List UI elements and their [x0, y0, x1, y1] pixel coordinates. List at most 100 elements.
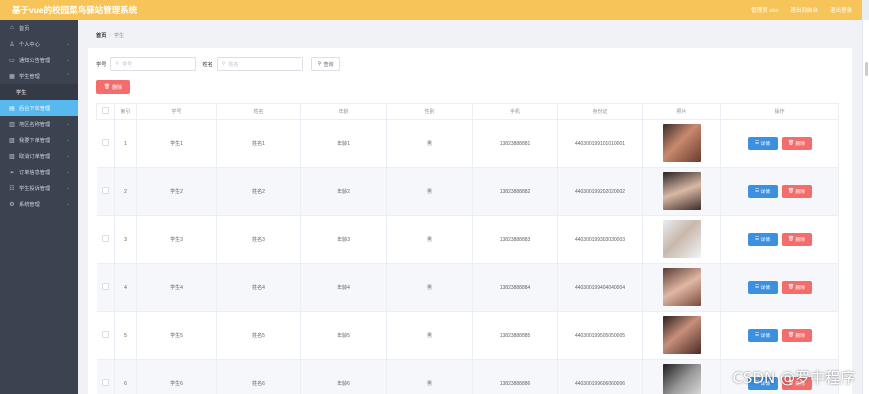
delete-button[interactable]: 🗑 删除 [781, 233, 812, 246]
app-title: 基于vue的校园菜鸟驿站管理系统 [12, 5, 138, 15]
sidebar: ⌂ 首页 ♙ 个人中心 ⌄ ▭ 通知公告管理 ⌄ ▦ 学生管理 ⌃ 学生 ▤ 后… [0, 20, 78, 394]
delete-button[interactable]: 🗑 删除 [781, 281, 812, 294]
sidebar-item-cancel-order[interactable]: ▨ 取消订单管理 ⌄ [0, 148, 78, 164]
cell-name: 姓名4 [216, 263, 301, 312]
breadcrumb-current: 学生 [113, 33, 125, 39]
watermark-text: CSDN @罗中程序 [732, 369, 855, 387]
table-row: 6 学生6 姓名6 年龄6 男 13823888886 440300199606… [96, 359, 839, 394]
trash-icon: 🗑 [103, 84, 111, 90]
cell-phone: 13823888884 [472, 263, 558, 312]
cell-index: 3 [114, 215, 137, 264]
chevron-down-icon: ⌄ [65, 185, 70, 191]
column-header: 身份证 [557, 103, 643, 120]
exit-to-front-link[interactable]: 退出到前台 [790, 6, 818, 14]
cell-index: 2 [114, 167, 137, 216]
header-actions: 管理员 abo 退出到前台 退出登录 [751, 6, 852, 14]
detail-button[interactable]: ☰ 详情 [747, 185, 778, 198]
detail-button[interactable]: ☰ 详情 [747, 233, 778, 246]
column-header: 索引 [114, 103, 137, 120]
student-no-input[interactable]: ⚲ 学号 [110, 57, 197, 71]
column-header: 学号 [136, 103, 217, 120]
delete-label: 删除 [795, 286, 806, 291]
select-all-checkbox[interactable] [102, 107, 109, 114]
order-icon: ▤ [9, 105, 15, 112]
cell-age: 年龄5 [300, 311, 387, 360]
trash-icon: 🗑 [787, 237, 796, 242]
sidebar-item-place-order[interactable]: ▧ 我要下单管理 ⌄ [0, 132, 78, 148]
cell-id-card: 440300199606060006 [557, 359, 643, 394]
select-all-cell[interactable] [96, 103, 115, 120]
detail-button[interactable]: ☰ 详情 [747, 329, 778, 342]
student-no-placeholder: 学号 [122, 61, 133, 68]
sidebar-item-notice[interactable]: ▭ 通知公告管理 ⌄ [0, 52, 78, 68]
cell-id-card: 440300199505050005 [557, 311, 643, 360]
column-header: 手机 [472, 103, 558, 120]
delete-label: 删除 [795, 238, 806, 243]
row-checkbox[interactable] [101, 331, 109, 338]
sidebar-subitem-student[interactable]: 学生 [0, 84, 78, 100]
sidebar-item-home[interactable]: ⌂ 首页 [0, 20, 78, 36]
sidebar-item-label: 订单信息管理 [19, 169, 51, 176]
search-form: 学号 ⚲ 学号 姓名 ⚲ 姓名 ⚲ 查询 [96, 57, 341, 71]
cell-name: 姓名2 [216, 167, 301, 216]
cell-age: 年龄4 [300, 263, 387, 312]
scrollbar-thumb[interactable] [865, 62, 868, 76]
cell-gender: 男 [386, 311, 473, 360]
delete-button[interactable]: 🗑 删除 [781, 137, 812, 150]
sidebar-item-label: 学生管理 [19, 73, 40, 80]
cell-index: 1 [114, 119, 137, 168]
sidebar-item-label: 首页 [19, 25, 30, 32]
row-checkbox[interactable] [101, 379, 109, 386]
row-checkbox[interactable] [101, 283, 109, 290]
cell-student-no: 学生6 [136, 359, 217, 394]
cell-age: 年龄3 [300, 215, 387, 264]
delete-button[interactable]: 🗑 删除 [781, 329, 812, 342]
chevron-down-icon: ⌄ [65, 137, 70, 143]
delete-button[interactable]: 🗑 删除 [781, 185, 812, 198]
cell-phone: 13823888883 [472, 215, 558, 264]
sidebar-item-student-mgmt[interactable]: ▦ 学生管理 ⌃ [0, 68, 78, 84]
cell-id-card: 440300199303030003 [557, 215, 643, 264]
search-icon: ⚲ [115, 61, 120, 67]
name-label: 姓名 [202, 61, 213, 68]
complaint-icon: ☷ [9, 185, 15, 192]
delete-label: 删除 [795, 190, 806, 195]
detail-label: 详情 [760, 238, 771, 243]
batch-delete-button[interactable]: 🗑 删除 [96, 80, 130, 94]
sidebar-item-region[interactable]: ▥ 地区名称管理 ⌄ [0, 116, 78, 132]
row-checkbox[interactable] [101, 139, 109, 146]
cell-student-no: 学生3 [136, 215, 217, 264]
detail-button[interactable]: ☰ 详情 [747, 137, 778, 150]
detail-label: 详情 [760, 142, 771, 147]
row-checkbox[interactable] [101, 187, 109, 194]
sidebar-item-system[interactable]: ⚙ 系统管理 ⌄ [0, 196, 78, 212]
breadcrumb-home[interactable]: 首页 [96, 33, 106, 39]
name-input[interactable]: ⚲ 姓名 [216, 57, 303, 71]
name-placeholder: 姓名 [228, 61, 239, 68]
cell-name: 姓名1 [216, 119, 301, 168]
sidebar-item-backend-order[interactable]: ▤ 后台下单管理 ☝ [0, 100, 78, 116]
table-header-row: 索引 学号 姓名 年龄 性别 手机 身份证 照片 操作 [96, 103, 839, 120]
chevron-down-icon: ⌄ [65, 57, 70, 63]
trash-icon: 🗑 [787, 285, 796, 290]
admin-user-link[interactable]: 管理员 abo [751, 6, 778, 14]
main-content: 首页 / 学生 学号 ⚲ 学号 姓名 ⚲ 姓名 ⚲ 查询 🗑 删除 索引 学号 … [78, 20, 862, 394]
cell-name: 姓名5 [216, 311, 301, 360]
mouse-cursor-icon: ☝ [36, 103, 42, 113]
logout-link[interactable]: 退出登录 [830, 6, 852, 14]
page-scrollbar[interactable] [862, 20, 869, 394]
cell-student-no: 学生1 [136, 119, 217, 168]
region-icon: ▥ [9, 121, 15, 128]
cell-gender: 男 [386, 215, 473, 264]
cell-age: 年龄1 [300, 119, 387, 168]
sidebar-item-order-info[interactable]: ➢ 订单信息管理 ⌄ [0, 164, 78, 180]
row-checkbox[interactable] [101, 235, 109, 242]
detail-button[interactable]: ☰ 详情 [747, 281, 778, 294]
home-icon: ⌂ [10, 25, 14, 31]
cell-index: 4 [114, 263, 137, 312]
sidebar-item-complaint[interactable]: ☷ 学生投诉管理 ⌄ [0, 180, 78, 196]
sidebar-item-label: 地区名称管理 [19, 121, 51, 128]
query-button[interactable]: ⚲ 查询 [310, 57, 341, 71]
sidebar-item-personal-center[interactable]: ♙ 个人中心 ⌄ [0, 36, 78, 52]
user-icon: ♙ [9, 41, 15, 48]
